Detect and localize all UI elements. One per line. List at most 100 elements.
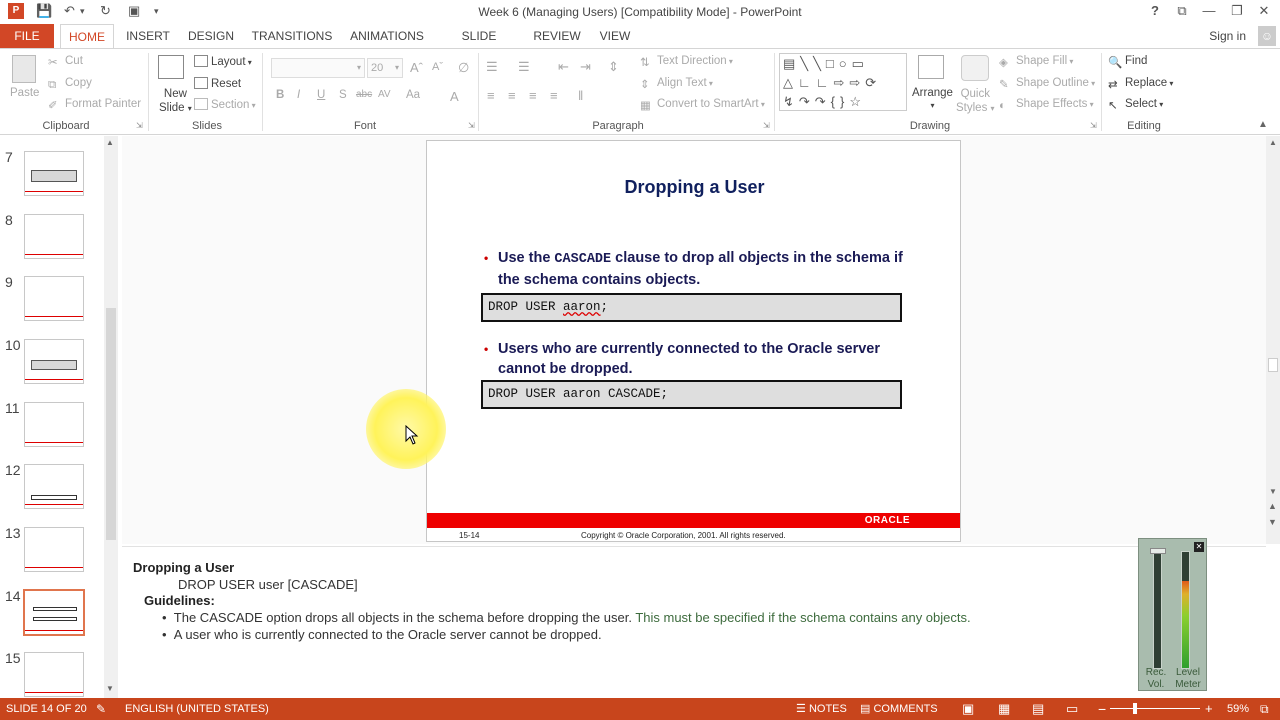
slide-thumbnail-14-selected[interactable] — [23, 589, 85, 636]
notes-pane[interactable]: Dropping a User DROP USER user [CASCADE]… — [122, 550, 1138, 698]
slide-bullet-1[interactable]: • Use the CASCADE clause to drop all obje… — [484, 248, 908, 290]
italic-button[interactable]: I — [297, 89, 300, 101]
slide-thumbnail-8[interactable] — [24, 214, 84, 259]
bullets-icon[interactable]: ☰ — [486, 59, 498, 75]
tab-animations[interactable]: ANIMATIONS — [348, 24, 426, 48]
align-right-icon[interactable]: ≡ — [529, 88, 537, 103]
find-button[interactable]: 🔍 Find — [1108, 55, 1147, 69]
previous-slide-icon[interactable]: ▲ — [1268, 501, 1277, 511]
section-button[interactable]: Section ▾ — [194, 98, 256, 111]
tab-home[interactable]: HOME — [60, 24, 114, 48]
help-button[interactable]: ? — [1145, 3, 1165, 18]
convert-smartart-button[interactable]: ▦ Convert to SmartArt ▾ — [640, 98, 765, 112]
new-slide-button[interactable]: New Slide ▾ — [159, 87, 192, 116]
strikethrough-button[interactable]: abc — [356, 89, 372, 100]
slide-thumbnail-11[interactable] — [24, 402, 84, 447]
replace-button[interactable]: ⇄ Replace ▾ — [1108, 77, 1173, 91]
font-name-box[interactable]: ▾ — [271, 58, 365, 78]
slide-thumbnail-15[interactable] — [24, 652, 84, 697]
scrollbar-thumb[interactable] — [106, 308, 116, 540]
shapes-gallery[interactable]: ▤╲╲□○▭ △∟∟⇨⇨⟳ ↯↷↷{}☆ — [779, 53, 907, 111]
tab-design[interactable]: DESIGN — [186, 24, 236, 48]
character-spacing-button[interactable]: AV — [378, 89, 391, 100]
decrease-font-icon[interactable]: Aˇ — [432, 61, 443, 73]
recording-volume-track[interactable] — [1150, 548, 1166, 669]
tab-file[interactable]: FILE — [0, 24, 54, 48]
change-case-button[interactable]: Aa — [406, 89, 420, 101]
next-slide-icon[interactable]: ▼ — [1268, 517, 1277, 527]
ribbon-display-options-icon[interactable]: ⧉ — [1172, 3, 1192, 19]
sign-in-link[interactable]: Sign in — [1209, 24, 1246, 48]
slide-title[interactable]: Dropping a User — [427, 177, 962, 198]
shape-effects-button[interactable]: ◐ Shape Effects ▾ — [999, 98, 1094, 112]
columns-icon[interactable]: ‖ — [578, 88, 583, 103]
close-button[interactable]: ✕ — [1254, 3, 1274, 19]
maximize-button[interactable]: ❐ — [1227, 3, 1247, 19]
text-direction-button[interactable]: ⇅ Text Direction ▾ — [640, 55, 733, 69]
slide-show-view-icon[interactable]: ▭ — [1066, 698, 1078, 720]
numbering-icon[interactable]: ☰ — [518, 59, 530, 75]
normal-view-icon[interactable]: ▣ — [962, 698, 974, 720]
shape-outline-button[interactable]: ✎ Shape Outline ▾ — [999, 77, 1095, 91]
tab-insert[interactable]: INSERT — [122, 24, 174, 48]
zoom-slider-handle[interactable] — [1133, 703, 1137, 714]
copy-button[interactable]: ⧉ Copy — [48, 77, 92, 91]
notes-toggle-button[interactable]: ☰ NOTES — [796, 698, 847, 720]
paragraph-launcher-icon[interactable]: ⇲ — [763, 121, 770, 130]
align-left-icon[interactable]: ≡ — [487, 88, 495, 103]
paste-icon[interactable] — [12, 55, 36, 83]
reading-view-icon[interactable]: ▤ — [1032, 698, 1044, 720]
zoom-level[interactable]: 59% — [1227, 698, 1249, 720]
decrease-indent-icon[interactable]: ⇤ — [558, 59, 569, 75]
shadow-button[interactable]: S — [339, 89, 347, 101]
cut-button[interactable]: ✂ Cut — [48, 55, 83, 69]
slide-thumbnail-9[interactable] — [24, 276, 84, 321]
clipboard-launcher-icon[interactable]: ⇲ — [136, 121, 143, 130]
scrollbar-thumb[interactable] — [1268, 358, 1278, 372]
editor-scrollbar[interactable]: ▲ ▼ ▲ ▼ — [1266, 136, 1280, 544]
underline-button[interactable]: U — [317, 89, 325, 101]
quick-styles-button[interactable]: Quick Styles ▾ — [956, 87, 995, 116]
recording-level-meter[interactable]: ✕ Rec. Vol. Level Meter — [1138, 538, 1207, 691]
volume-slider-handle[interactable] — [1150, 548, 1166, 554]
font-launcher-icon[interactable]: ⇲ — [468, 121, 475, 130]
paste-button[interactable]: Paste — [10, 87, 39, 99]
tab-transitions[interactable]: TRANSITIONS — [250, 24, 334, 48]
slide-thumbnail-13[interactable] — [24, 527, 84, 572]
code-box-2[interactable]: DROP USER aaron CASCADE; — [481, 380, 902, 409]
slide-thumbnail-7[interactable] — [24, 151, 84, 196]
spelling-check-icon[interactable]: ✎ — [96, 698, 106, 720]
slide-canvas[interactable]: Dropping a User • Use the CASCADE clause … — [426, 140, 961, 542]
quick-styles-icon[interactable] — [961, 55, 989, 81]
fit-slide-icon[interactable]: ⧉ — [1260, 698, 1269, 720]
scroll-down-icon[interactable]: ▼ — [106, 684, 114, 693]
collapse-ribbon-icon[interactable]: ▲ — [1258, 119, 1268, 130]
bold-button[interactable]: B — [276, 89, 284, 101]
align-text-button[interactable]: ⇕ Align Text ▾ — [640, 77, 713, 91]
slide-thumbnail-12[interactable] — [24, 464, 84, 509]
scroll-down-icon[interactable]: ▼ — [1269, 487, 1277, 496]
format-painter-button[interactable]: ✐ Format Painter — [48, 98, 141, 112]
layout-button[interactable]: Layout ▾ — [194, 55, 252, 68]
code-box-1[interactable]: DROP USER aaron; — [481, 293, 902, 322]
clear-formatting-icon[interactable]: ∅ — [458, 60, 469, 76]
tab-slide-show[interactable]: SLIDE SHOW — [442, 24, 516, 67]
minimize-button[interactable]: — — [1199, 3, 1219, 18]
zoom-out-button[interactable]: − — [1098, 698, 1106, 720]
thumbnail-scrollbar[interactable]: ▲ ▼ — [104, 136, 118, 698]
zoom-slider-track[interactable] — [1110, 708, 1200, 709]
user-avatar-icon[interactable]: ☺ — [1258, 26, 1276, 46]
comments-toggle-button[interactable]: ▤ COMMENTS — [860, 698, 938, 720]
new-slide-icon[interactable] — [158, 55, 184, 79]
font-color-button[interactable]: A — [450, 89, 459, 104]
drawing-launcher-icon[interactable]: ⇲ — [1090, 121, 1097, 130]
scroll-up-icon[interactable]: ▲ — [1269, 138, 1277, 147]
close-icon[interactable]: ✕ — [1194, 542, 1204, 552]
tab-view[interactable]: VIEW — [597, 24, 633, 48]
select-button[interactable]: ↖ Select ▾ — [1108, 98, 1163, 112]
reset-button[interactable]: Reset — [194, 77, 241, 90]
notes-divider[interactable] — [122, 546, 1266, 547]
language-indicator[interactable]: ENGLISH (UNITED STATES) — [125, 698, 269, 720]
scroll-up-icon[interactable]: ▲ — [106, 138, 114, 147]
slide-bullet-2[interactable]: • Users who are currently connected to th… — [484, 339, 908, 379]
